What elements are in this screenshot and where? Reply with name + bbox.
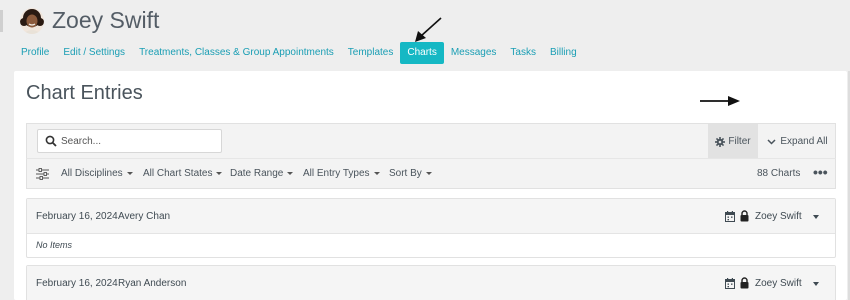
expand-all-label: Expand All	[780, 136, 828, 147]
date-range-label: Date Range	[230, 168, 284, 179]
sliders-icon[interactable]	[36, 168, 49, 180]
caret-down-icon[interactable]	[813, 282, 819, 286]
chart-entry-header[interactable]: February 16, 2024 Avery Chan Zoey Swift	[27, 199, 835, 234]
entry-types-dropdown[interactable]: All Entry Types	[303, 159, 380, 188]
more-options-button[interactable]: •••	[813, 159, 828, 188]
tab-tasks[interactable]: Tasks	[503, 42, 543, 64]
caret-down-icon	[216, 171, 223, 175]
entry-user: Zoey Swift	[755, 278, 802, 289]
chart-entry: February 16, 2024 Ryan Anderson Zoey Swi…	[26, 265, 836, 300]
entry-date: February 16, 2024	[36, 211, 118, 222]
chart-entry: February 16, 2024 Avery Chan Zoey Swift …	[26, 198, 836, 258]
tab-templates[interactable]: Templates	[341, 42, 401, 64]
chart-states-dropdown[interactable]: All Chart States	[143, 159, 223, 188]
charts-count: 88 Charts	[757, 168, 801, 179]
annotation-arrow-icon	[700, 96, 740, 106]
left-edge-divider	[0, 10, 3, 32]
search-toolbar: Filter Expand All	[26, 123, 837, 159]
gear-icon	[715, 136, 726, 147]
caret-down-icon	[373, 171, 380, 175]
search-box[interactable]	[37, 129, 222, 153]
caret-down-icon	[425, 171, 432, 175]
client-name: Zoey Swift	[52, 7, 160, 33]
caret-down-icon	[126, 171, 133, 175]
search-input[interactable]	[61, 132, 216, 150]
entry-types-label: All Entry Types	[303, 168, 370, 179]
page-title: Chart Entries	[26, 82, 143, 104]
expand-all-button[interactable]: Expand All	[758, 124, 837, 159]
tab-charts[interactable]: Charts	[400, 42, 444, 64]
tab-messages[interactable]: Messages	[444, 42, 504, 64]
lock-icon	[740, 210, 749, 222]
tab-profile[interactable]: Profile	[14, 42, 56, 64]
date-range-dropdown[interactable]: Date Range	[230, 159, 294, 188]
tab-edit-settings[interactable]: Edit / Settings	[56, 42, 132, 64]
annotation-arrow-icon	[415, 17, 442, 42]
tab-treatments-classes[interactable]: Treatments, Classes & Group Appointments	[132, 42, 341, 64]
caret-down-icon[interactable]	[813, 215, 819, 219]
caret-down-icon	[287, 171, 294, 175]
disciplines-dropdown[interactable]: All Disciplines	[61, 159, 133, 188]
entry-date: February 16, 2024	[36, 278, 118, 289]
disciplines-label: All Disciplines	[61, 168, 123, 179]
entry-patient-name: Ryan Anderson	[118, 278, 187, 289]
lock-icon	[740, 277, 749, 289]
calendar-icon	[725, 211, 735, 222]
avatar[interactable]	[20, 8, 44, 34]
entry-body-text: No Items	[36, 240, 73, 250]
filter-button[interactable]: Filter	[708, 124, 758, 159]
filter-label: Filter	[728, 136, 751, 147]
search-icon	[45, 135, 57, 147]
sort-by-dropdown[interactable]: Sort By	[389, 159, 432, 188]
avatar-image	[20, 8, 44, 34]
calendar-icon	[725, 278, 735, 289]
client-tabs: Profile Edit / Settings Treatments, Clas…	[14, 42, 584, 64]
chevron-down-icon	[767, 138, 776, 145]
entry-user: Zoey Swift	[755, 211, 802, 222]
client-header: Zoey Swift Profile Edit / Settings Treat…	[0, 0, 850, 72]
entry-patient-name: Avery Chan	[118, 211, 171, 222]
filter-bar: All Disciplines All Chart States Date Ra…	[26, 158, 836, 189]
sort-by-label: Sort By	[389, 168, 422, 179]
chart-entry-header[interactable]: February 16, 2024 Ryan Anderson Zoey Swi…	[27, 266, 835, 300]
tab-billing[interactable]: Billing	[543, 42, 584, 64]
chart-states-label: All Chart States	[143, 168, 213, 179]
